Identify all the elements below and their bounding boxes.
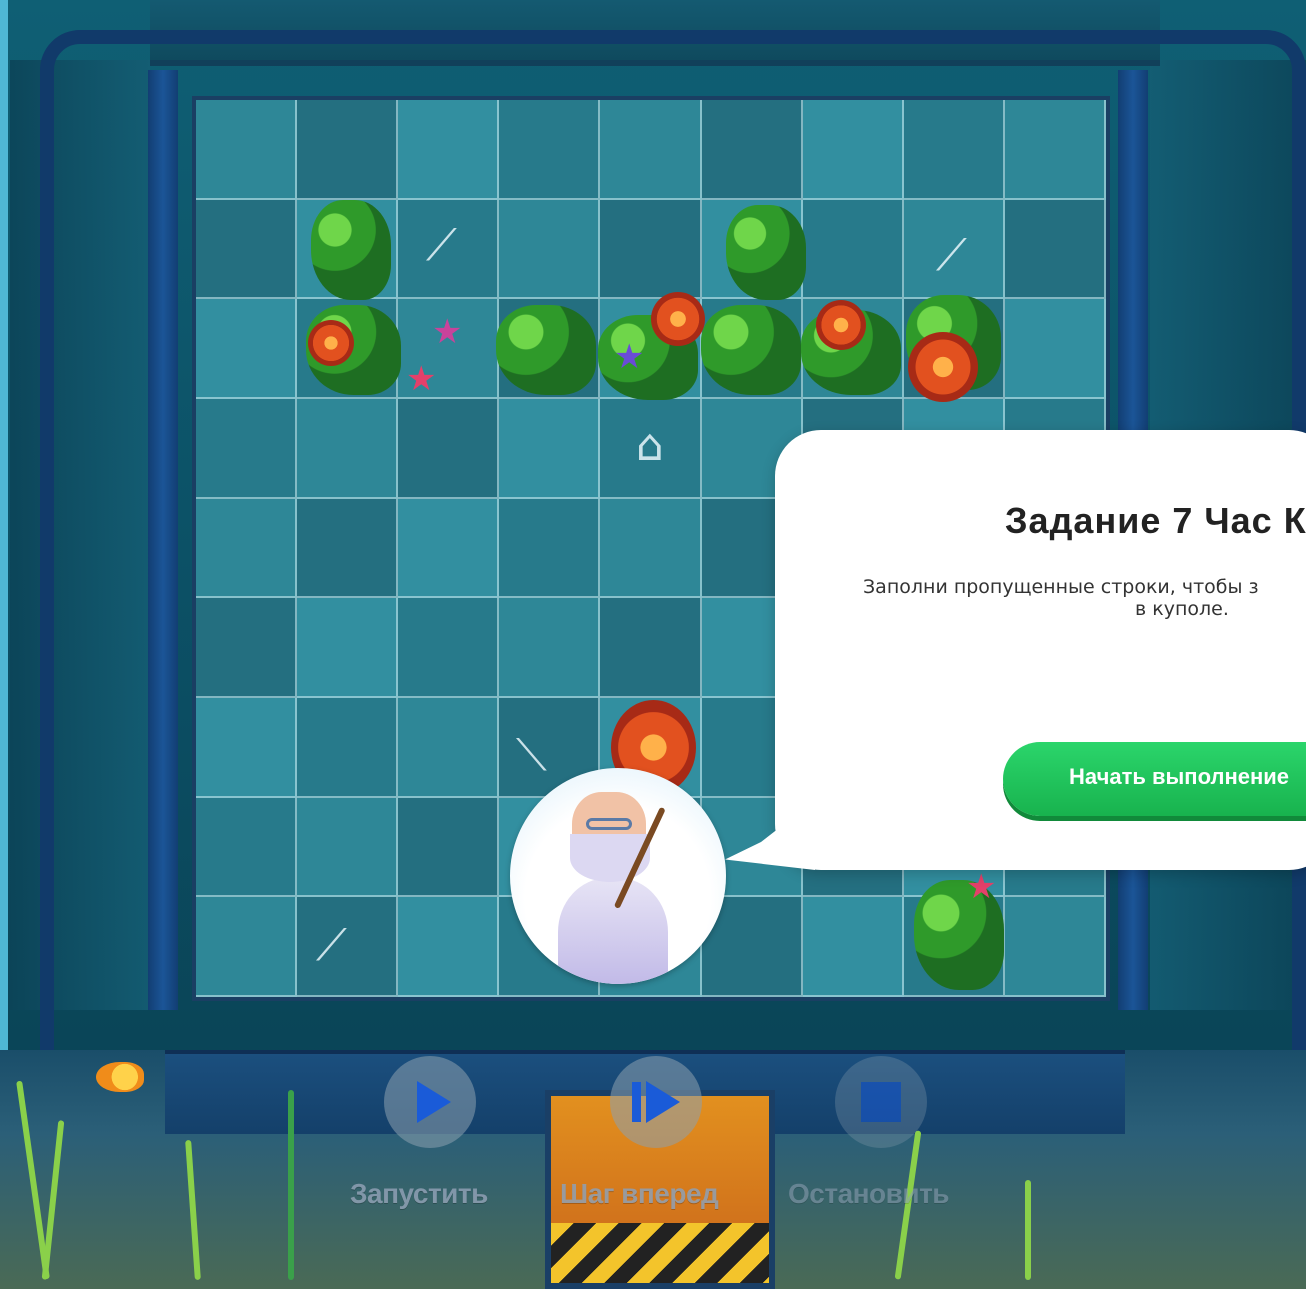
- grid-cell: [297, 598, 399, 698]
- grid-cell: [398, 797, 500, 898]
- grid-cell: [297, 698, 399, 798]
- grid-cell: [802, 199, 904, 300]
- glass-crack: ⟍: [516, 730, 547, 781]
- grid-cell: [297, 797, 399, 898]
- grid-cell: [398, 498, 500, 599]
- glass-crack: ⟋: [316, 920, 347, 971]
- grid-cell: [196, 299, 298, 399]
- task-title: Задание 7 Час Ко: [1005, 500, 1306, 541]
- grid-cell: [499, 100, 601, 200]
- grid-cell: [1004, 100, 1106, 200]
- grid-cell: [196, 100, 298, 200]
- grid-cell: [499, 498, 601, 599]
- grid-cell: [196, 498, 298, 599]
- grid-cell: [196, 199, 298, 300]
- coral: [908, 332, 978, 402]
- grid-cell: [499, 199, 601, 300]
- seaweed-cluster: [726, 205, 806, 300]
- stop-button[interactable]: [835, 1056, 927, 1148]
- grid-cell: [903, 100, 1005, 200]
- task-description: Заполни пропущенные строки, чтобы з в ку…: [863, 576, 1306, 620]
- run-label: Запустить: [350, 1178, 488, 1209]
- step-forward-arrow: [646, 1081, 680, 1123]
- glass-crack: ⟋: [426, 220, 457, 271]
- grid-cell: [499, 598, 601, 698]
- grid-cell: [297, 100, 399, 200]
- grid-cell: [600, 498, 702, 599]
- task-dialog: Задание 7 Час Ко Заполни пропущенные стр…: [725, 430, 1306, 870]
- fish: [96, 1062, 144, 1092]
- grid-cell: [701, 100, 803, 200]
- starfish: ★: [432, 312, 463, 352]
- step-forward-icon: [632, 1082, 641, 1122]
- grid-cell: [196, 797, 298, 898]
- professor-avatar: [510, 768, 726, 984]
- starfish: ★: [966, 867, 997, 907]
- grid-cell: [398, 100, 500, 200]
- grid-cell: [196, 897, 298, 997]
- grid-cell: [398, 698, 500, 798]
- grid-cell: [297, 897, 399, 997]
- glasses-icon: [586, 818, 632, 830]
- left-frame-pillar: [148, 70, 178, 1010]
- coral: [816, 300, 866, 350]
- coral: [308, 320, 354, 366]
- seaweed-cluster: [496, 305, 596, 395]
- hazard-stripes: [551, 1223, 769, 1283]
- grid-cell: [600, 100, 702, 200]
- step-forward-label: Шаг вперед: [560, 1178, 719, 1209]
- seaweed: [288, 1090, 294, 1280]
- grid-cell: [196, 399, 298, 499]
- grid-cell: [196, 698, 298, 798]
- coral: [651, 292, 705, 346]
- grid-cell: [398, 598, 500, 698]
- start-task-button[interactable]: Начать выполнение: [1003, 742, 1306, 816]
- grid-cell: [297, 399, 399, 499]
- seaweed: [1025, 1180, 1031, 1280]
- seaweed-cluster: [701, 305, 801, 395]
- task-description-line2: в куполе.: [1135, 598, 1229, 620]
- grid-cell: [600, 199, 702, 300]
- grid-cell: [297, 498, 399, 599]
- seaweed-cluster: [311, 200, 391, 300]
- professor-coat: [558, 878, 668, 984]
- grid-cell: [1004, 897, 1106, 997]
- run-button[interactable]: [384, 1056, 476, 1148]
- grid-cell: [398, 399, 500, 499]
- starfish: ★: [406, 359, 437, 399]
- stop-icon: [861, 1082, 901, 1122]
- grid-cell: [196, 598, 298, 698]
- grid-cell: [1004, 299, 1106, 399]
- grid-cell: [600, 598, 702, 698]
- grid-cell: [802, 100, 904, 200]
- starfish: ★: [614, 337, 645, 377]
- start-task-label: Начать выполнение: [1069, 764, 1290, 789]
- grid-cell: [398, 897, 500, 997]
- grid-cell: [1004, 199, 1106, 300]
- game-scene: ★ ★ ★ ★ ⟋ ⟋ ⌂ ⟋ ⟍ Запустить Шаг вперед О…: [0, 0, 1306, 1289]
- play-icon: [417, 1081, 451, 1123]
- grid-cell: [802, 897, 904, 997]
- task-description-line1: Заполни пропущенные строки, чтобы з: [863, 576, 1259, 598]
- grid-cell: [499, 399, 601, 499]
- glass-crack: ⌂: [636, 420, 664, 471]
- glass-crack: ⟋: [936, 230, 967, 281]
- step-forward-button[interactable]: [610, 1056, 702, 1148]
- stop-label: Остановить: [788, 1178, 950, 1209]
